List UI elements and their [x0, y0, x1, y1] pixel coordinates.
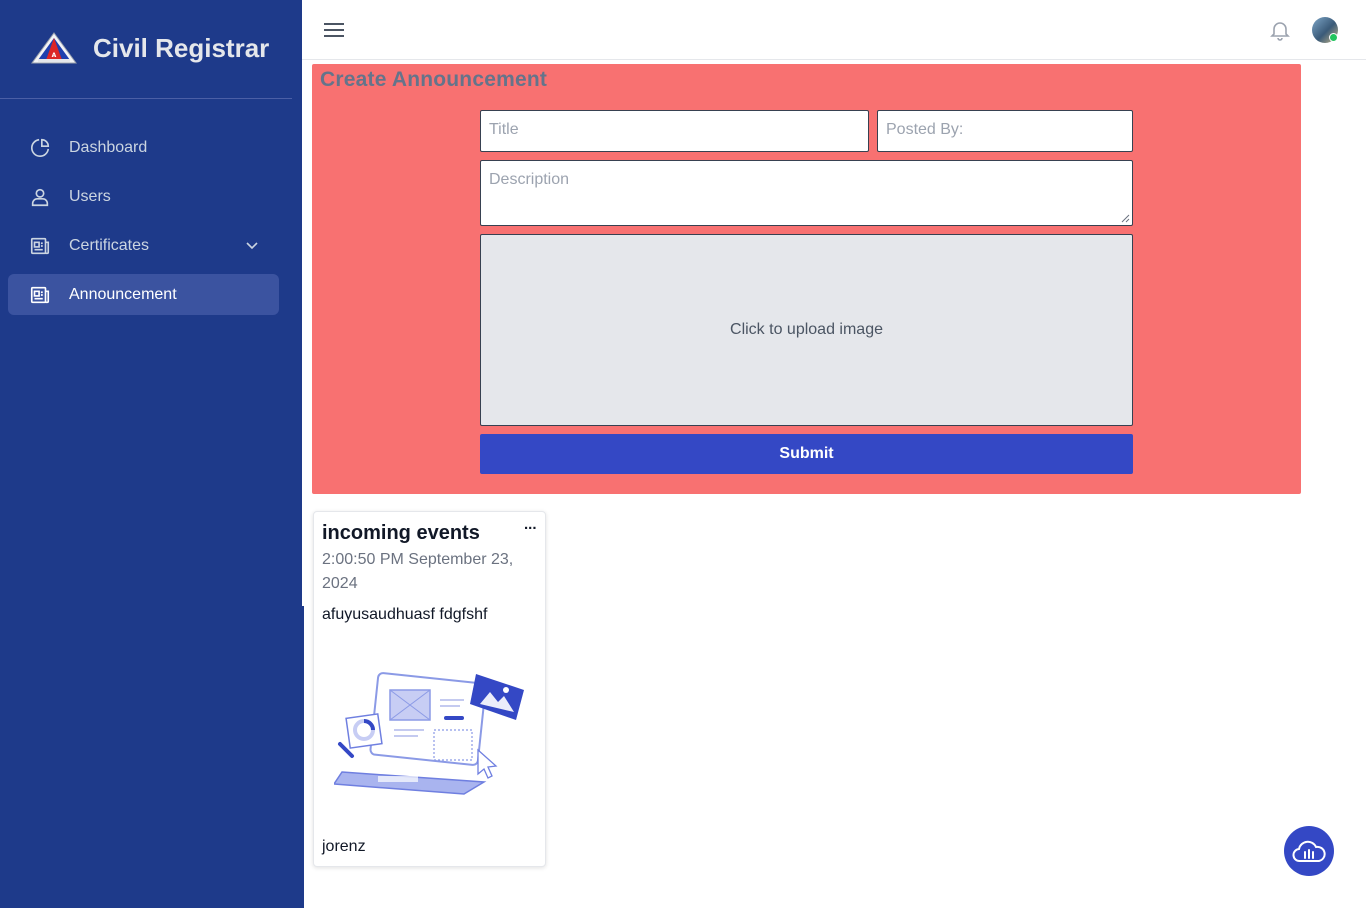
image-upload-dropzone[interactable]: Click to upload image	[480, 234, 1133, 426]
sidebar-item-certificates[interactable]: Certificates	[8, 225, 279, 266]
sidebar: A Civil Registrar Dashboard Users Certif…	[0, 0, 302, 908]
title-input[interactable]: Title	[480, 110, 869, 152]
announcement-description: afuyusaudhuasf fdgfshf	[322, 606, 488, 623]
announcement-title: incoming events	[322, 522, 480, 544]
newspaper-icon	[29, 284, 51, 306]
sidebar-item-label: Certificates	[69, 236, 150, 254]
create-announcement-panel: Create Announcement Title Posted By: Des…	[312, 64, 1301, 494]
submit-label: Submit	[779, 445, 834, 462]
sidebar-item-announcement[interactable]: Announcement	[8, 274, 279, 315]
description-textarea[interactable]: Description	[480, 160, 1133, 226]
chevron-down-icon[interactable]	[245, 238, 259, 252]
sidebar-item-label: Users	[69, 187, 111, 205]
submit-button[interactable]: Submit	[480, 434, 1133, 474]
announcement-author: jorenz	[322, 838, 366, 855]
sidebar-item-dashboard[interactable]: Dashboard	[8, 127, 279, 168]
sidebar-edge	[300, 606, 304, 908]
document-icon	[29, 235, 51, 257]
user-icon	[29, 186, 51, 208]
app-title: Civil Registrar	[93, 32, 270, 63]
divider	[0, 98, 292, 99]
announcement-date: 2:00:50 PM September 23, 2024	[322, 551, 514, 592]
cloud-icon	[1292, 840, 1326, 862]
sidebar-item-label: Dashboard	[69, 138, 148, 156]
description-placeholder: Description	[489, 171, 570, 188]
hamburger-icon[interactable]	[322, 19, 346, 41]
announcement-card: incoming events ... 2:00:50 PM September…	[313, 511, 546, 867]
upload-label: Click to upload image	[730, 321, 883, 338]
cloud-upload-button[interactable]	[1284, 826, 1334, 876]
topbar	[302, 0, 1366, 60]
pie-chart-icon	[29, 137, 51, 159]
sidebar-item-users[interactable]: Users	[8, 176, 279, 217]
svg-text:A: A	[52, 52, 57, 59]
more-options-icon[interactable]: ...	[524, 517, 540, 534]
triangle-seal-logo: A	[31, 32, 77, 64]
online-status-badge	[1329, 33, 1338, 42]
sidebar-item-label: Announcement	[69, 285, 177, 303]
posted-by-input[interactable]: Posted By:	[877, 110, 1133, 152]
sidebar-nav: Dashboard Users Certificates Announcemen…	[8, 127, 279, 323]
bell-icon[interactable]	[1268, 18, 1292, 42]
laptop-illustration	[334, 672, 524, 795]
page-title: Create Announcement	[320, 68, 548, 91]
resize-handle-icon[interactable]	[1121, 214, 1130, 223]
brand[interactable]: A Civil Registrar	[30, 28, 269, 68]
